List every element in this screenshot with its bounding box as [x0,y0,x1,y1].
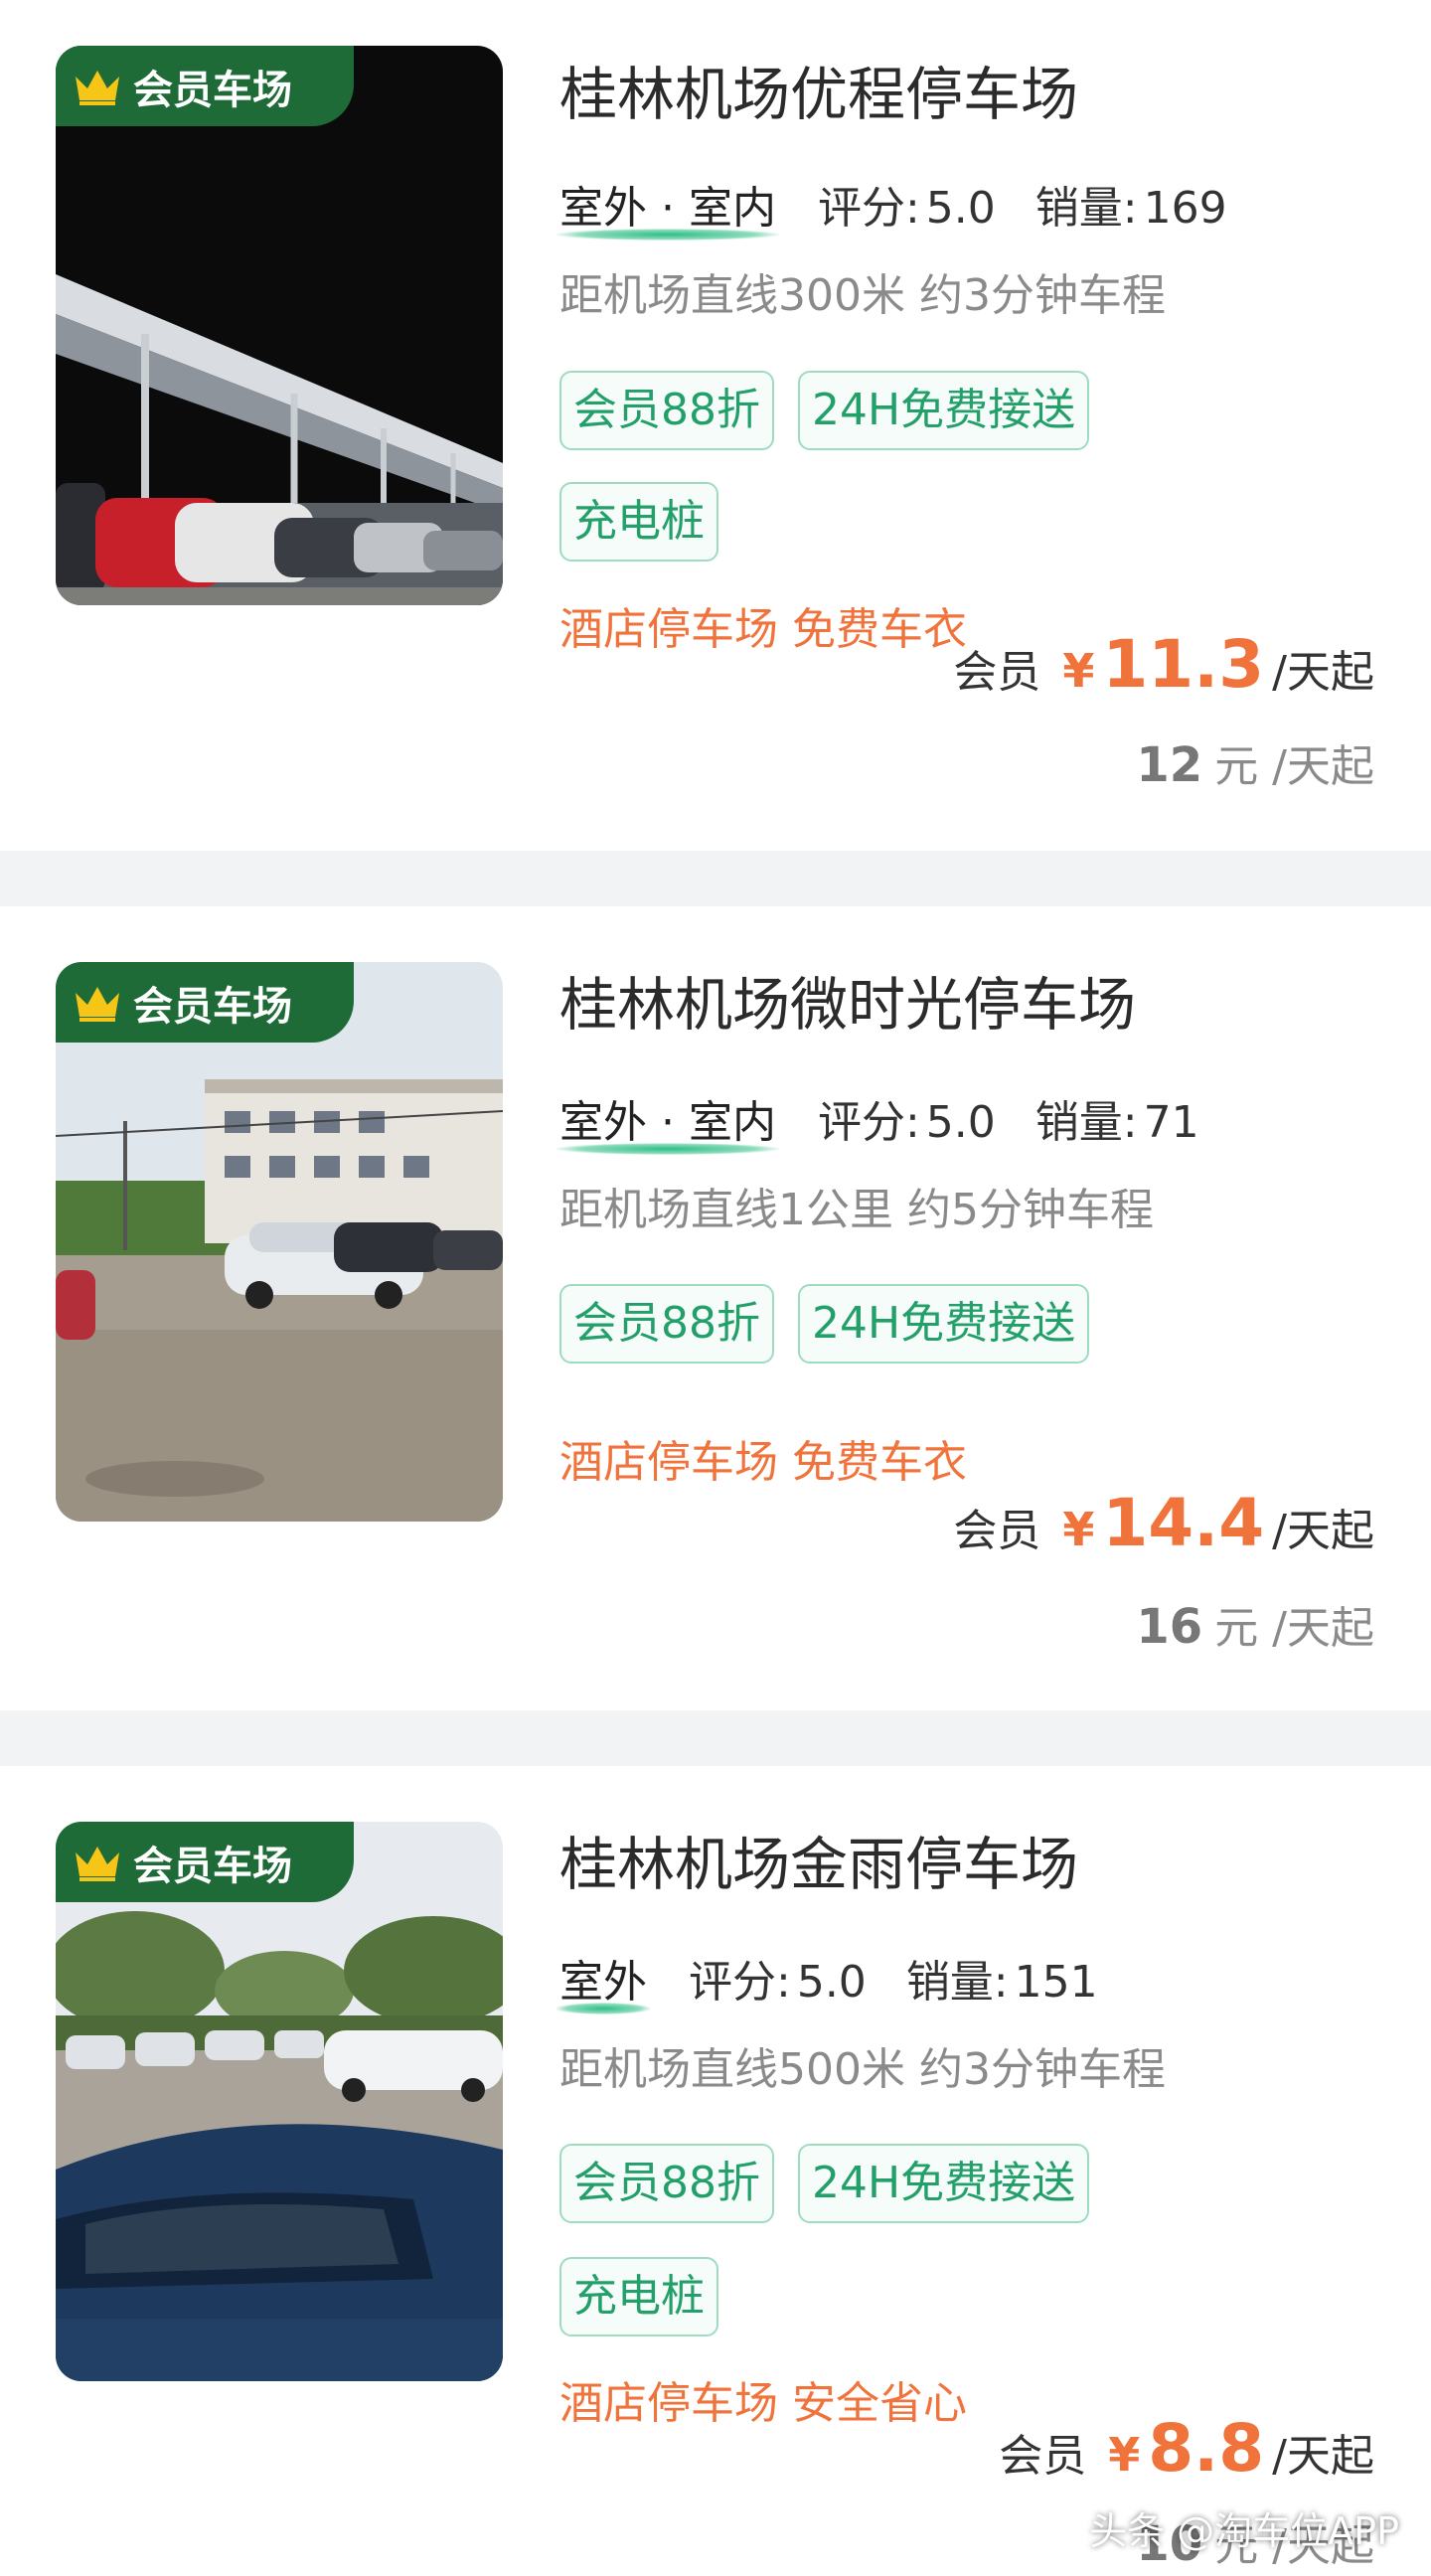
tag-charging-pile: 充电桩 [559,482,718,562]
sales-value: 151 [1014,1957,1098,2008]
lot-photo-image [56,46,503,605]
rating-label: 评分: [817,1097,920,1148]
lot-photo-image [56,962,503,1522]
original-price-unit: 元 /天起 [1214,741,1374,792]
sales-label: 销量: [1034,1097,1138,1148]
tag-free-shuttle: 24H免费接送 [798,371,1090,450]
crown-icon [76,986,119,1022]
lot-meta: 室外 · 室内 评分: 5.0 销量: 169 [556,183,1227,241]
tag-charging-pile: 充电桩 [559,2257,718,2336]
parking-lot-card-1[interactable]: 会员车场 桂林机场优程停车场 室外 · 室内 评分: 5.0 销量: 169 距… [0,0,1431,851]
lot-promo: 酒店停车场 安全省心 [559,2378,967,2429]
tag-free-shuttle: 24H免费接送 [798,1284,1090,1364]
member-lot-badge: 会员车场 [56,1822,354,1902]
watermark: 头条 @淘车位APP [1089,2509,1399,2553]
original-price: 12 元 /天起 [1136,730,1374,794]
original-price: 16 元 /天起 [1136,1592,1374,1656]
card-separator [0,1710,1431,1766]
rating-value: 5.0 [925,183,996,234]
lot-type: 室外 [556,1957,651,2014]
parking-lot-card-3[interactable]: 会员车场 桂林机场金雨停车场 室外 评分: 5.0 销量: 151 距机场直线5… [0,1766,1431,2576]
member-label: 会员 [953,1506,1041,1556]
lot-name[interactable]: 桂林机场优程停车场 [559,66,1078,123]
member-price-value: 14.4 [1102,1485,1265,1561]
price-unit: /天起 [1272,1506,1374,1556]
rating-value: 5.0 [925,1097,996,1148]
currency-symbol: ¥ [1108,2428,1141,2482]
member-label: 会员 [953,647,1041,698]
crown-icon [76,70,119,105]
lot-photo[interactable]: 会员车场 [56,1822,503,2381]
sales-value: 71 [1143,1097,1199,1148]
crown-icon [76,1846,119,1881]
lot-promo: 酒店停车场 免费车衣 [559,1437,967,1488]
sales-label: 销量: [905,1957,1009,2008]
tag-member-discount: 会员88折 [559,2144,774,2223]
sales-value: 169 [1143,183,1227,234]
member-price: 会员 ¥ 11.3 /天起 [953,626,1374,703]
member-price: 会员 ¥ 8.8 /天起 [999,2410,1374,2487]
badge-label: 会员车场 [133,983,292,1030]
sales-label: 销量: [1034,183,1138,234]
original-price-value: 16 [1136,1599,1203,1655]
member-price-value: 11.3 [1102,626,1265,703]
rating-label: 评分: [689,1957,791,2008]
lot-promo: 酒店停车场 免费车衣 [559,604,967,655]
rating-label: 评分: [817,183,920,234]
original-price-unit: 元 /天起 [1214,1603,1374,1654]
lot-distance: 距机场直线500米 约3分钟车程 [559,2044,1166,2095]
lot-distance: 距机场直线300米 约3分钟车程 [559,270,1166,321]
currency-symbol: ¥ [1062,644,1095,698]
member-price: 会员 ¥ 14.4 /天起 [953,1485,1374,1561]
card-separator [0,851,1431,906]
lot-name[interactable]: 桂林机场金雨停车场 [559,1836,1078,1893]
original-price-value: 12 [1136,737,1203,793]
tag-member-discount: 会员88折 [559,1284,774,1364]
lot-distance: 距机场直线1公里 约5分钟车程 [559,1185,1154,1235]
lot-meta: 室外 · 室内 评分: 5.0 销量: 71 [556,1097,1199,1155]
badge-label: 会员车场 [133,67,292,113]
tag-free-shuttle: 24H免费接送 [798,2144,1090,2223]
lot-photo[interactable]: 会员车场 [56,962,503,1522]
member-price-value: 8.8 [1148,2410,1265,2487]
price-unit: /天起 [1272,647,1374,698]
currency-symbol: ¥ [1062,1503,1095,1556]
member-lot-badge: 会员车场 [56,962,354,1043]
lot-photo-image [56,1822,503,2381]
badge-label: 会员车场 [133,1843,292,1889]
tag-member-discount: 会员88折 [559,371,774,450]
lot-type: 室外 · 室内 [556,183,780,241]
lot-type: 室外 · 室内 [556,1097,780,1155]
member-lot-badge: 会员车场 [56,46,354,126]
lot-meta: 室外 评分: 5.0 销量: 151 [556,1957,1098,2014]
parking-lot-card-2[interactable]: 会员车场 桂林机场微时光停车场 室外 · 室内 评分: 5.0 销量: 71 距… [0,906,1431,1710]
lot-name[interactable]: 桂林机场微时光停车场 [559,976,1136,1034]
lot-photo[interactable]: 会员车场 [56,46,503,605]
member-label: 会员 [999,2431,1087,2482]
rating-value: 5.0 [796,1957,867,2008]
price-unit: /天起 [1272,2431,1374,2482]
